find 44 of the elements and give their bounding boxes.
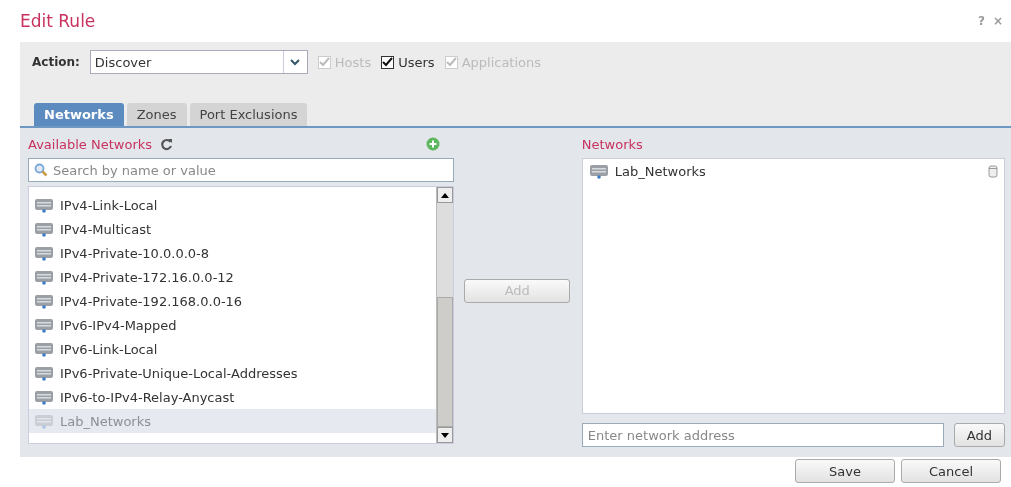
trash-icon[interactable] [988,164,998,178]
server-icon [588,163,609,179]
server-icon [34,197,54,213]
refresh-icon[interactable] [160,137,174,151]
checkmark-icon [318,57,330,67]
network-item[interactable]: IPv4-Private-10.0.0.0-8 [29,241,437,265]
dialog-button[interactable]: Save [795,459,895,483]
checkmark-icon [382,57,394,67]
server-icon [34,221,54,237]
network-item[interactable]: IPv4-Link-Local [29,193,437,217]
network-item[interactable]: IPv4-Private-192.168.0.0-16 [29,289,437,313]
checkmark-icon [445,57,457,67]
network-item[interactable]: IPv6-to-IPv4-Relay-Anycast [29,385,437,409]
dialog-button[interactable]: Cancel [901,459,1001,483]
tab[interactable]: Networks [34,103,124,126]
action-label: Action: [32,55,80,69]
scroll-down-icon[interactable] [441,432,450,438]
network-address-field[interactable]: Enter network address [581,423,944,447]
section-title: Available Networks [28,136,153,152]
network-item[interactable]: Lab_Networks [614,163,982,179]
server-icon [34,293,54,309]
scrollbar[interactable] [436,187,454,443]
add-address-button[interactable]: Add [953,423,1005,447]
server-icon [34,317,54,333]
chevron-down-icon [290,58,301,66]
search-field[interactable]: Search by name or value [28,158,455,182]
option-checkbox[interactable]: Users [381,54,435,70]
scroll-up-icon[interactable] [441,192,450,198]
dialog-title: Edit Rule [20,11,96,31]
network-item[interactable]: IPv6-Link-Local [29,337,437,361]
server-icon [34,245,54,261]
network-item[interactable]: IPv6-IPv4-Mapped [29,313,437,337]
network-item[interactable]: IPv6-Private-Unique-Local-Addresses [29,361,437,385]
server-icon [34,341,54,357]
section-title: Networks [581,136,643,152]
tab[interactable]: Port Exclusions [189,103,308,126]
server-icon [34,365,54,381]
server-icon [34,269,54,285]
network-item[interactable]: IPv4-Private-172.16.0.0-12 [29,265,437,289]
server-icon [34,389,54,405]
network-item[interactable]: IPv4-Multicast [29,217,437,241]
server-icon [34,413,54,429]
action-select[interactable]: Discover [89,50,308,74]
tab[interactable]: Zones [126,103,187,126]
